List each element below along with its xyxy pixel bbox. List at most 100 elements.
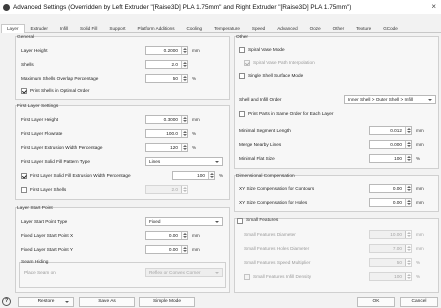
first-layer-extrusion-input[interactable]: 120 bbox=[145, 143, 188, 152]
start-type-label: Layer Start Point Type bbox=[21, 219, 68, 224]
first-layer-shells-checkbox[interactable] bbox=[21, 187, 27, 193]
start-type-select[interactable]: Fixed bbox=[145, 217, 223, 226]
tab-advanced[interactable]: Advanced bbox=[271, 24, 303, 33]
tab-speed[interactable]: Speed bbox=[246, 24, 271, 33]
min-flat-input[interactable]: 100 bbox=[369, 154, 412, 163]
footer-bar: ? Restore Save As Simple Mode OK Cancel bbox=[0, 296, 441, 308]
sf-speed-label: Small Features Speed Multiplier bbox=[244, 260, 311, 265]
first-layer-height-input[interactable]: 0.3000 bbox=[145, 115, 188, 124]
spinner-icon bbox=[405, 185, 411, 192]
solid-fill-width-unit: % bbox=[219, 173, 224, 178]
fixed-x-input[interactable]: 0.00 bbox=[145, 231, 188, 240]
tab-bar: Layer Extruder Infill Solid Fill Support… bbox=[1, 24, 441, 33]
general-title: General bbox=[17, 35, 35, 40]
fixed-y-unit: mm bbox=[192, 247, 200, 252]
spinner-icon bbox=[405, 231, 411, 238]
sf-speed-unit: % bbox=[416, 260, 421, 265]
first-layer-height-unit: mm bbox=[192, 117, 200, 122]
sf-holes-diameter-input[interactable]: 7.00 bbox=[369, 244, 412, 253]
solid-fill-pattern-label: First Layer Solid Fill Pattern Type bbox=[21, 159, 90, 164]
spiral-interp-label: Spiral Vase Path Interpolation bbox=[253, 60, 315, 65]
sf-diameter-unit: mm bbox=[416, 232, 424, 237]
first-layer-shells-label: First Layer Shells bbox=[30, 187, 67, 192]
first-layer-extrusion-unit: % bbox=[192, 145, 197, 150]
tab-extruder[interactable]: Extruder bbox=[25, 24, 54, 33]
place-seam-select[interactable]: Reflex or Convex Corner bbox=[145, 268, 223, 277]
print-optimal-checkbox[interactable] bbox=[21, 88, 27, 94]
first-layer-flowrate-input[interactable]: 100.0 bbox=[145, 129, 188, 138]
single-shell-label: Single Shell Surface Mode bbox=[248, 73, 304, 78]
tab-temperature[interactable]: Temperature bbox=[208, 24, 246, 33]
min-segment-input[interactable]: 0.012 bbox=[369, 126, 412, 135]
min-segment-label: Minimal Segment Length bbox=[239, 128, 291, 133]
close-icon[interactable]: × bbox=[431, 2, 436, 11]
xy-holes-label: XY Size Compensation for Holes bbox=[239, 200, 308, 205]
layer-height-input[interactable]: 0.2000 bbox=[145, 46, 188, 55]
tab-ooze[interactable]: Ooze bbox=[304, 24, 327, 33]
spinner-icon bbox=[181, 232, 187, 239]
sf-speed-input[interactable]: 50 bbox=[369, 258, 412, 267]
tab-platform-additions[interactable]: Platform Additions bbox=[132, 24, 181, 33]
tab-layer[interactable]: Layer bbox=[1, 24, 25, 33]
spinner-icon bbox=[405, 273, 411, 280]
xy-contours-input[interactable]: 0.00 bbox=[369, 184, 412, 193]
spinner-icon bbox=[405, 259, 411, 266]
spinner-icon bbox=[405, 199, 411, 206]
sf-infill-input[interactable]: 100 bbox=[369, 272, 412, 281]
tab-gcode[interactable]: GCode bbox=[377, 24, 404, 33]
spinner-icon bbox=[208, 172, 214, 179]
spiral-interp-checkbox[interactable] bbox=[244, 60, 250, 66]
cancel-button[interactable]: Cancel bbox=[400, 297, 438, 307]
app-icon bbox=[3, 3, 10, 11]
solid-fill-width-input[interactable]: 100 bbox=[172, 171, 215, 180]
tab-texture[interactable]: Texture bbox=[350, 24, 377, 33]
tab-other[interactable]: Other bbox=[327, 24, 351, 33]
spiral-vase-checkbox[interactable] bbox=[239, 47, 245, 53]
spinner-icon bbox=[405, 141, 411, 148]
xy-contours-unit: mm bbox=[416, 186, 424, 191]
single-shell-checkbox[interactable] bbox=[239, 73, 245, 79]
tab-support[interactable]: Support bbox=[103, 24, 131, 33]
other-title: Other bbox=[236, 35, 248, 40]
first-layer-shells-input[interactable]: 2.0 bbox=[145, 185, 188, 194]
window-title: Advanced Settings (Overridden by Left Ex… bbox=[13, 3, 352, 11]
first-layer-flowrate-unit: % bbox=[192, 131, 197, 136]
layer-start-title: Layer Start Point bbox=[17, 206, 53, 211]
help-icon[interactable]: ? bbox=[2, 297, 11, 306]
tab-cooling[interactable]: Cooling bbox=[181, 24, 209, 33]
sf-diameter-input[interactable]: 10.00 bbox=[369, 230, 412, 239]
min-segment-unit: mm bbox=[416, 128, 424, 133]
sf-diameter-label: Small Features Diameter bbox=[244, 232, 296, 237]
solid-fill-pattern-select[interactable]: Lines bbox=[145, 157, 223, 166]
small-features-checkbox[interactable] bbox=[237, 218, 243, 224]
shell-order-select[interactable]: Inner Shell > Outer Shell > Infill bbox=[344, 95, 436, 104]
seam-hiding-title: Seam Hiding bbox=[21, 260, 49, 265]
ok-button[interactable]: OK bbox=[357, 297, 395, 307]
max-overlap-input[interactable]: 50 bbox=[145, 74, 188, 83]
shells-input[interactable]: 2.0 bbox=[145, 60, 188, 69]
same-order-checkbox[interactable] bbox=[239, 111, 245, 117]
save-as-button[interactable]: Save As bbox=[79, 297, 135, 307]
first-layer-flowrate-label: First Layer Flowrate bbox=[21, 131, 63, 136]
spinner-icon bbox=[181, 246, 187, 253]
spinner-icon bbox=[181, 130, 187, 137]
simple-mode-button[interactable]: Simple Mode bbox=[139, 297, 195, 307]
min-flat-unit: % bbox=[416, 156, 421, 161]
fixed-y-input[interactable]: 0.00 bbox=[145, 245, 188, 254]
xy-contours-label: XY Size Compensation for Contours bbox=[239, 186, 315, 191]
sf-holes-diameter-unit: mm bbox=[416, 246, 424, 251]
tab-infill[interactable]: Infill bbox=[54, 24, 74, 33]
merge-lines-input[interactable]: 0.000 bbox=[369, 140, 412, 149]
shells-label: Shells bbox=[21, 62, 34, 67]
merge-lines-unit: mm bbox=[416, 142, 424, 147]
print-optimal-label: Print Shells in Optimal Order bbox=[30, 88, 90, 93]
min-flat-label: Minimal Flat Size bbox=[239, 156, 275, 161]
solid-fill-width-checkbox[interactable] bbox=[21, 173, 27, 179]
merge-lines-label: Merge Nearby Lines bbox=[239, 142, 282, 147]
xy-holes-input[interactable]: 0.00 bbox=[369, 198, 412, 207]
spinner-icon bbox=[405, 127, 411, 134]
restore-button[interactable]: Restore bbox=[18, 297, 74, 307]
sf-infill-checkbox[interactable] bbox=[244, 274, 250, 280]
tab-solid-fill[interactable]: Solid Fill bbox=[74, 24, 103, 33]
spinner-icon bbox=[181, 47, 187, 54]
